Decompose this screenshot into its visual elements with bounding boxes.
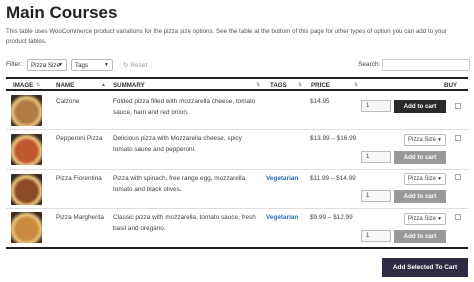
chevron-down-icon: ▼ — [437, 137, 442, 143]
table-row: Pizza Fiorentina Pizza with spinach, fre… — [6, 170, 468, 209]
header-buy: BUY — [444, 82, 458, 89]
product-summary: Pizza with spinach, free range egg, mozz… — [113, 175, 247, 193]
table-row: Pepperoni Pizza Delicious pizza with Moz… — [6, 130, 468, 170]
pizza-size-value: Pizza Size — [408, 137, 437, 143]
filter-bar: Filter: Pizza Size ▼ Tags ▼ ↻ Reset Sear… — [6, 59, 470, 72]
sort-asc-icon[interactable]: ▲ — [101, 82, 106, 88]
pizza-size-filter-value: Pizza Size — [31, 62, 60, 69]
sort-icon[interactable]: ⇅ — [354, 82, 358, 88]
quantity-input[interactable]: 1 — [361, 230, 391, 242]
quantity-value: 1 — [366, 154, 370, 160]
add-to-cart-button[interactable]: Add to cart — [394, 230, 446, 243]
add-selected-to-cart-button[interactable]: Add Selected To Cart — [382, 258, 468, 277]
pizza-size-select[interactable]: Pizza Size ▼ — [404, 213, 446, 225]
sort-icon[interactable]: ⇅ — [256, 82, 260, 88]
product-image[interactable] — [11, 134, 42, 165]
product-name[interactable]: Pizza Fiorentina — [56, 175, 102, 182]
product-table: IMAGE ⇅ NAME ▲ SUMMARY ⇅ TAGS ⇅ PRICE ⇅ … — [6, 77, 468, 249]
product-summary: Delicious pizza with Mozzarella cheese, … — [113, 135, 242, 153]
quantity-input[interactable]: 1 — [361, 151, 391, 163]
sort-icon[interactable]: ⇅ — [36, 82, 40, 88]
select-checkbox[interactable] — [455, 174, 461, 180]
product-name[interactable]: Pepperoni Pizza — [56, 135, 103, 142]
product-tag-link[interactable]: Vegetarian — [266, 214, 298, 221]
product-image[interactable] — [11, 95, 42, 126]
tags-filter-select[interactable]: Tags ▼ — [71, 59, 113, 71]
product-summary: Folded pizza filled with mozzarella chee… — [113, 98, 256, 116]
pizza-size-select[interactable]: Pizza Size ▼ — [404, 173, 446, 185]
product-price: $13.99 – $16.99 — [310, 135, 357, 142]
pizza-size-filter-select[interactable]: Pizza Size ▼ — [27, 59, 67, 71]
chevron-down-icon: ▼ — [437, 176, 442, 182]
chevron-down-icon: ▼ — [58, 62, 63, 68]
product-image[interactable] — [11, 174, 42, 205]
reset-icon: ↻ — [123, 62, 129, 69]
product-name[interactable]: Pizza Margherita — [56, 214, 104, 221]
pizza-size-value: Pizza Size — [408, 216, 437, 222]
product-price: $9.99 – $12.99 — [310, 214, 353, 221]
pizza-size-select[interactable]: Pizza Size ▼ — [404, 134, 446, 146]
product-price: $11.99 – $14.99 — [310, 175, 356, 182]
add-to-cart-button[interactable]: Add to cart — [394, 190, 446, 203]
pizza-size-value: Pizza Size — [408, 176, 437, 182]
quantity-value: 1 — [366, 193, 370, 199]
quantity-input[interactable]: 1 — [361, 190, 391, 202]
product-name[interactable]: Calzone — [56, 98, 79, 105]
select-checkbox[interactable] — [455, 103, 461, 109]
search-input[interactable] — [382, 59, 470, 71]
intro-text: This table uses WooCommerce product vari… — [6, 28, 447, 45]
reset-button[interactable]: ↻ Reset — [123, 61, 147, 69]
select-checkbox[interactable] — [455, 135, 461, 141]
product-tag-link[interactable]: Vegetarian — [266, 175, 298, 182]
chevron-down-icon: ▼ — [104, 62, 109, 68]
table-header: IMAGE ⇅ NAME ▲ SUMMARY ⇅ TAGS ⇅ PRICE ⇅ … — [6, 77, 468, 91]
product-summary: Classic pizza with mozzarella, tomato sa… — [113, 214, 256, 232]
quantity-value: 1 — [366, 103, 370, 109]
reset-label: Reset — [130, 62, 148, 69]
header-tags: TAGS — [270, 82, 287, 89]
product-price: $14.95 — [310, 98, 330, 105]
tags-filter-value: Tags — [75, 62, 89, 69]
add-to-cart-button[interactable]: Add to cart — [394, 100, 446, 113]
add-to-cart-button[interactable]: Add to cart — [394, 151, 446, 164]
table-row: Calzone Folded pizza filled with mozzare… — [6, 91, 468, 130]
header-price[interactable]: PRICE — [311, 82, 330, 89]
product-image[interactable] — [11, 212, 42, 243]
quantity-value: 1 — [366, 233, 370, 239]
page-title: Main Courses — [6, 3, 118, 22]
header-image: IMAGE — [13, 82, 34, 89]
table-row: Pizza Margherita Classic pizza with mozz… — [6, 209, 468, 249]
select-checkbox[interactable] — [455, 214, 461, 220]
filter-label: Filter: — [6, 61, 23, 68]
chevron-down-icon: ▼ — [437, 216, 442, 222]
sort-icon[interactable]: ⇅ — [298, 82, 302, 88]
search-label: Search: — [358, 61, 381, 68]
header-name[interactable]: NAME — [56, 82, 74, 89]
quantity-input[interactable]: 1 — [361, 100, 391, 112]
header-summary: SUMMARY — [113, 82, 145, 89]
